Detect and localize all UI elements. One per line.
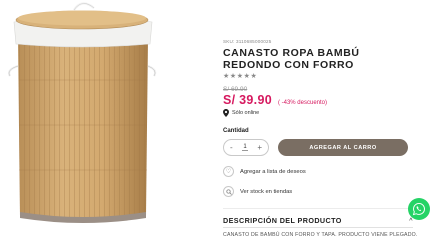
description-header[interactable]: DESCRIPCIÓN DEL PRODUCTO ^ — [223, 216, 413, 225]
product-image[interactable] — [0, 0, 210, 240]
location-pin-icon — [223, 109, 229, 117]
store-stock-label: Ver stock en tiendas — [240, 188, 293, 195]
quantity-input[interactable]: 1 — [242, 144, 248, 151]
whatsapp-icon — [412, 202, 425, 216]
description-text: CANASTO DE BAMBÚ CON FORRO Y TAPA. PRODU… — [223, 232, 418, 238]
price-row: S/ 39.90 ( -43% descuento) — [223, 93, 327, 107]
availability: Sólo online — [223, 109, 259, 117]
divider — [223, 227, 413, 228]
store-stock-link[interactable]: Ver stock en tiendas — [223, 186, 292, 197]
discount-badge: ( -43% descuento) — [277, 100, 327, 106]
description-heading: DESCRIPCIÓN DEL PRODUCTO — [223, 216, 342, 225]
wishlist-link[interactable]: ♡ Agregar a lista de deseos — [223, 166, 306, 177]
current-price: S/ 39.90 — [223, 93, 272, 107]
availability-label: Sólo online — [232, 110, 260, 116]
add-to-cart-button[interactable]: AGREGAR AL CARRO — [278, 139, 408, 156]
whatsapp-button[interactable] — [408, 198, 430, 220]
increment-button[interactable]: + — [257, 143, 262, 152]
divider — [223, 208, 413, 209]
wishlist-label: Agregar a lista de deseos — [240, 168, 306, 175]
quantity-label: Cantidad — [223, 128, 249, 134]
product-page: SKU: 3110685000025 CANASTO ROPA BAMBÚ RE… — [0, 0, 433, 240]
rating-stars[interactable]: ★★★★★ — [223, 72, 257, 80]
heart-icon: ♡ — [223, 166, 234, 177]
old-price: S/ 69.90 — [223, 86, 248, 93]
product-title: CANASTO ROPA BAMBÚ REDONDO CON FORRO — [223, 47, 360, 71]
decrement-button[interactable]: - — [230, 143, 233, 152]
search-icon — [223, 186, 234, 197]
quantity-stepper: - 1 + — [223, 139, 269, 156]
product-sku: SKU: 3110685000025 — [223, 39, 272, 44]
